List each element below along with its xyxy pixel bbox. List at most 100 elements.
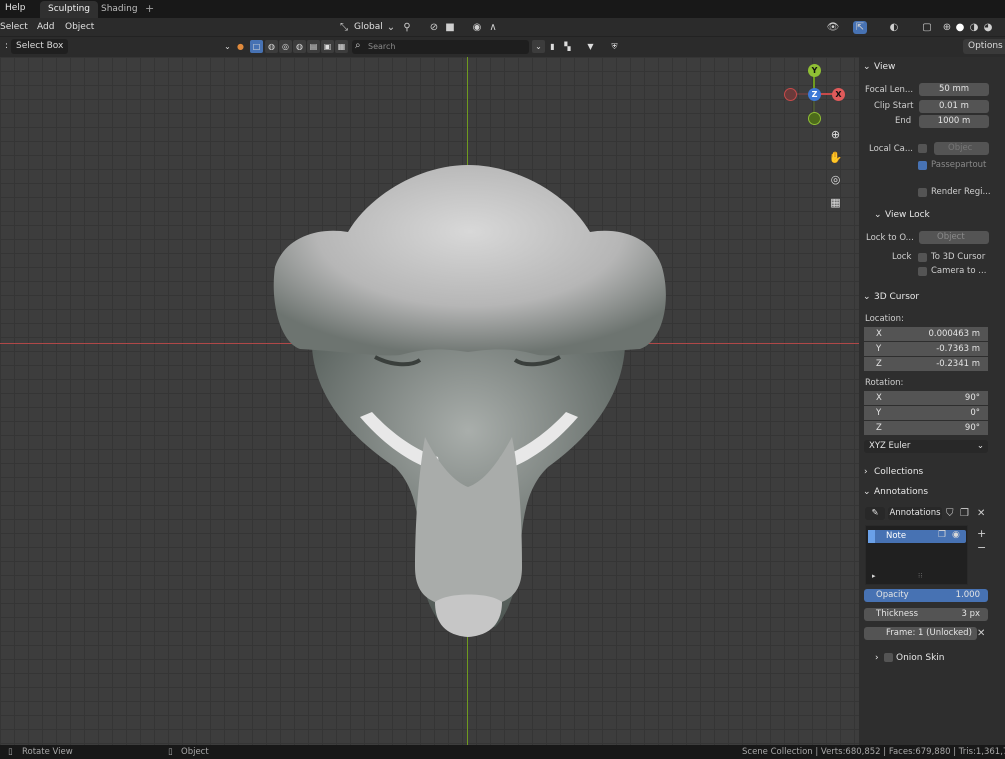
- clip-start-field[interactable]: 0.01 m: [919, 100, 989, 113]
- tool-icon-3[interactable]: ◎: [279, 40, 292, 53]
- frame-field[interactable]: Frame: 1 (Unlocked): [864, 627, 977, 640]
- chevron-right-icon[interactable]: ›: [864, 467, 868, 477]
- gizmo-toggle-icon[interactable]: ⇱: [853, 21, 867, 34]
- close-icon[interactable]: ✕: [977, 628, 985, 639]
- tool-icon-2[interactable]: ◍: [265, 40, 278, 53]
- clip-end-field[interactable]: 1000 m: [919, 115, 989, 128]
- search-input[interactable]: ⌕ Search: [352, 40, 529, 54]
- filter-icon[interactable]: ▼: [584, 40, 597, 53]
- focal-length-field[interactable]: 50 mm: [919, 83, 989, 96]
- sculpt-mesh[interactable]: [0, 57, 859, 745]
- cursor-location-z[interactable]: Z -0.2341 m: [864, 357, 988, 371]
- menu-object[interactable]: Object: [65, 22, 94, 32]
- duplicate-icon[interactable]: ❐: [938, 530, 946, 540]
- view-lock-section-title[interactable]: View Lock: [885, 210, 930, 220]
- chevron-down-icon[interactable]: ⌄: [863, 292, 871, 302]
- shield-icon[interactable]: ⛉: [946, 508, 954, 519]
- color-icon[interactable]: ●: [234, 40, 247, 53]
- annotations-datablock[interactable]: Annotations: [888, 507, 942, 520]
- chevron-down-icon[interactable]: ⌄: [863, 62, 871, 72]
- shading-wireframe-icon[interactable]: ⊕: [940, 21, 954, 34]
- tool-icon-6[interactable]: ▣: [321, 40, 334, 53]
- shading-solid-icon[interactable]: ●: [953, 21, 967, 34]
- cursor-rotation-x[interactable]: X 90°: [864, 391, 988, 405]
- visibility-icon[interactable]: 👁: [826, 21, 840, 34]
- cursor-location-x[interactable]: X 0.000463 m: [864, 327, 988, 341]
- snap-target-icon[interactable]: ■: [443, 21, 457, 34]
- thickness-field[interactable]: Thickness 3 px: [864, 608, 988, 621]
- 3d-viewport[interactable]: Y X Z ⊕ ✋ ◎ ▦: [0, 57, 859, 745]
- gizmo-z-axis[interactable]: Z: [808, 88, 821, 101]
- tool-icon-7[interactable]: ▦: [335, 40, 348, 53]
- cursor-rotation-y[interactable]: Y 0°: [864, 406, 988, 420]
- add-layer-button[interactable]: +: [977, 527, 986, 540]
- tool-icon-4[interactable]: ◍: [293, 40, 306, 53]
- shading-material-icon[interactable]: ◑: [967, 21, 981, 34]
- pan-hand-icon[interactable]: ✋: [827, 149, 844, 166]
- transform-orientation-dropdown[interactable]: Global: [354, 22, 383, 32]
- to-3d-cursor-checkbox[interactable]: [918, 253, 927, 262]
- onion-skin-section-title[interactable]: Onion Skin: [896, 653, 945, 663]
- zoom-icon[interactable]: ⊕: [827, 126, 844, 143]
- chevron-down-icon[interactable]: ⌄: [863, 487, 871, 497]
- gizmo-neg-y[interactable]: [808, 112, 821, 125]
- annotation-tool-icon[interactable]: ✎: [865, 507, 885, 520]
- chevron-right-icon[interactable]: ›: [875, 653, 879, 663]
- grid-icon[interactable]: ▦: [827, 194, 844, 211]
- status-left-action: Rotate View: [22, 747, 73, 757]
- duplicate-icon[interactable]: ❐: [960, 508, 969, 519]
- cursor-location-y[interactable]: Y -0.7363 m: [864, 342, 988, 356]
- snap-icon[interactable]: ⊘: [427, 21, 441, 34]
- menu-add[interactable]: Add: [37, 22, 54, 32]
- select-box-dropdown[interactable]: Select Box: [11, 39, 69, 54]
- annotation-layer-list[interactable]: Note ❐ ◉ ▸ ⁝⁝: [865, 525, 968, 585]
- tab-sculpting[interactable]: Sculpting: [40, 1, 99, 18]
- tool-icon-5[interactable]: ▤: [307, 40, 320, 53]
- pivot-icon[interactable]: ⚲: [400, 21, 414, 34]
- gizmo-neg-x[interactable]: [784, 88, 797, 101]
- passepartout-checkbox[interactable]: [918, 161, 927, 170]
- onion-skin-checkbox[interactable]: [884, 653, 893, 662]
- view-section-title[interactable]: View: [874, 62, 895, 72]
- layer-color-swatch[interactable]: [868, 530, 875, 543]
- status-mid-action: Object: [181, 747, 209, 757]
- axis-label: Z: [876, 423, 882, 433]
- axis-value: 90°: [964, 423, 980, 433]
- resize-handle-icon[interactable]: ⁝⁝: [918, 572, 922, 580]
- close-icon[interactable]: ✕: [977, 508, 985, 519]
- help-menu[interactable]: Help: [5, 3, 26, 13]
- expand-icon[interactable]: ▸: [872, 572, 876, 580]
- camera-icon[interactable]: ◎: [827, 171, 844, 188]
- chevron-down-icon[interactable]: ⌄: [874, 210, 882, 220]
- options-button[interactable]: Options: [963, 39, 1005, 54]
- local-camera-checkbox[interactable]: [918, 144, 927, 153]
- rotation-mode-dropdown[interactable]: XYZ Euler ⌄: [864, 440, 988, 453]
- lock-to-object-field[interactable]: Object: [919, 231, 989, 244]
- clip-end-label: End: [895, 116, 912, 126]
- eye-icon[interactable]: ◉: [952, 530, 960, 540]
- collections-section-title[interactable]: Collections: [874, 467, 923, 477]
- shield-icon[interactable]: ⛨: [608, 40, 621, 53]
- opacity-slider[interactable]: Opacity 1.000: [864, 589, 988, 602]
- local-camera-field[interactable]: Objec: [934, 142, 989, 155]
- camera-to-view-checkbox[interactable]: [918, 267, 927, 276]
- cursor-rotation-z[interactable]: Z 90°: [864, 421, 988, 435]
- falloff-icon[interactable]: ∧: [486, 21, 500, 34]
- select-mode-icon[interactable]: □: [250, 40, 263, 53]
- gizmo-y-axis[interactable]: Y: [808, 64, 821, 77]
- overlay-icon[interactable]: ◐: [887, 21, 901, 34]
- proportional-edit-icon[interactable]: ◉: [470, 21, 484, 34]
- list-item[interactable]: Note ❐ ◉: [868, 530, 966, 543]
- menu-select[interactable]: Select: [0, 22, 28, 32]
- bookmark-icon[interactable]: ▮: [546, 40, 559, 53]
- render-region-checkbox[interactable]: [918, 188, 927, 197]
- remove-layer-button[interactable]: −: [977, 541, 986, 554]
- 3d-cursor-section-title[interactable]: 3D Cursor: [874, 292, 919, 302]
- add-workspace-button[interactable]: +: [145, 2, 154, 15]
- tab-shading[interactable]: Shading: [93, 1, 146, 18]
- xray-icon[interactable]: ▢: [920, 21, 934, 34]
- gizmo-x-axis[interactable]: X: [832, 88, 845, 101]
- shading-rendered-icon[interactable]: ◕: [981, 21, 995, 34]
- annotations-section-title[interactable]: Annotations: [874, 487, 928, 497]
- layout-icon[interactable]: ▚: [561, 40, 574, 53]
